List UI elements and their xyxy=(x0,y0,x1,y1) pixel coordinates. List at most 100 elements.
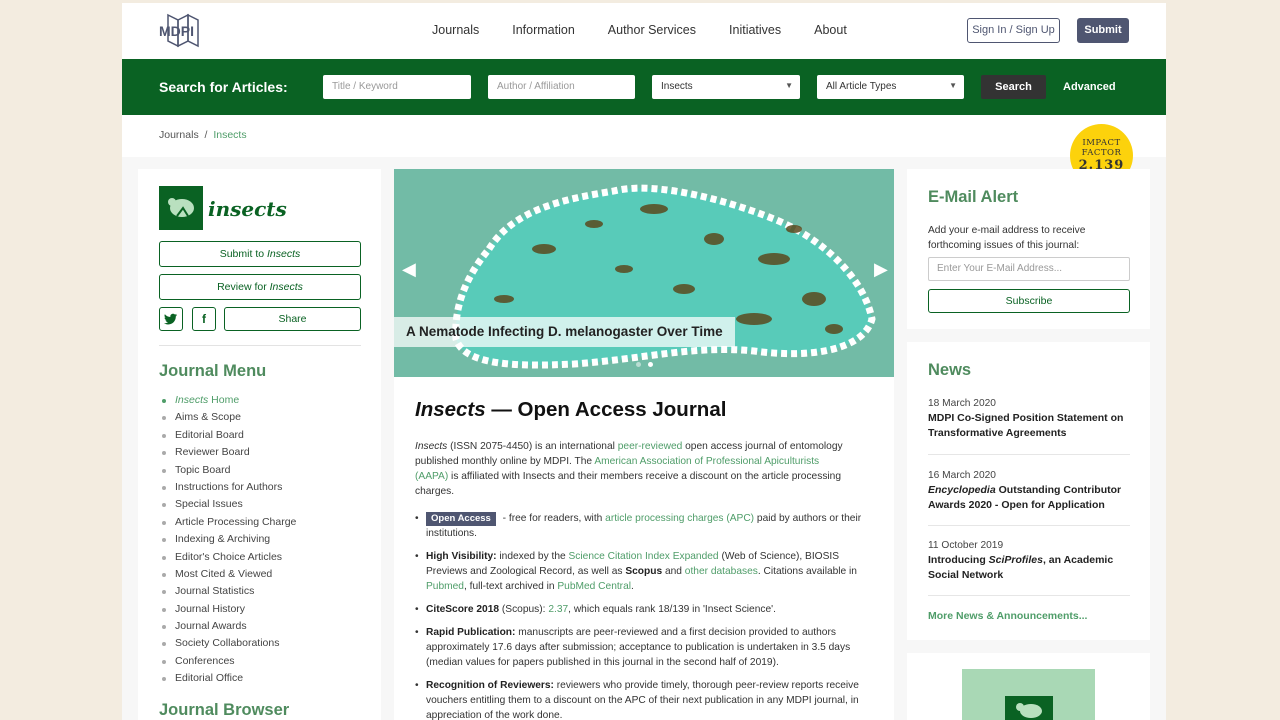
mdpi-logo[interactable]: MDPI xyxy=(158,13,214,49)
news-headline[interactable]: MDPI Co-Signed Position Statement on Tra… xyxy=(928,411,1130,441)
menu-item-insects-home[interactable]: Insects Home xyxy=(159,394,296,411)
journal-select-value: Insects xyxy=(661,81,693,92)
journal-name[interactable]: insects xyxy=(208,197,287,221)
open-access-badge[interactable]: Open Access xyxy=(426,512,496,526)
news-headline[interactable]: Encyclopedia Outstanding Contributor Awa… xyxy=(928,483,1130,513)
divider xyxy=(928,525,1130,526)
insects-journal-icon[interactable] xyxy=(159,186,203,230)
carousel-dots xyxy=(636,358,660,370)
email-alert-card: E-Mail Alert Add your e-mail address to … xyxy=(907,169,1150,329)
bullet-citescore: CiteScore 2018 (Scopus): 2.37, which equ… xyxy=(415,602,865,617)
menu-item-most-cited[interactable]: Most Cited & Viewed xyxy=(159,568,296,585)
citescore-link[interactable]: 2.37 xyxy=(548,604,568,615)
left-sidebar: insects Submit to Insects Review for Ins… xyxy=(138,169,381,720)
menu-item-awards[interactable]: Journal Awards xyxy=(159,620,296,637)
menu-item-reviewer-board[interactable]: Reviewer Board xyxy=(159,446,296,463)
scopus-link[interactable]: Scopus xyxy=(625,566,662,577)
news-title: News xyxy=(928,361,972,379)
journal-menu: Insects Home Aims & Scope Editorial Boar… xyxy=(159,394,296,690)
news-item[interactable]: 18 March 2020 MDPI Co-Signed Position St… xyxy=(928,396,1130,441)
news-date: 16 March 2020 xyxy=(928,470,996,481)
impact-label: IMPACT FACTOR xyxy=(1081,138,1122,158)
subscribe-button[interactable]: Subscribe xyxy=(928,289,1130,313)
other-databases-link[interactable]: other databases xyxy=(685,566,758,577)
pubmed-central-link[interactable]: PubMed Central xyxy=(557,581,631,592)
news-date: 18 March 2020 xyxy=(928,398,996,409)
nav-about[interactable]: About xyxy=(814,23,847,37)
nav-journals[interactable]: Journals xyxy=(432,23,479,37)
news-item[interactable]: 11 October 2019 Introducing SciProfiles,… xyxy=(928,538,1130,583)
menu-item-statistics[interactable]: Journal Statistics xyxy=(159,585,296,602)
carousel-next-icon[interactable]: ▶ xyxy=(874,259,888,280)
page: MDPI Journals Information Author Service… xyxy=(122,3,1166,720)
title-keyword-input[interactable]: Title / Keyword xyxy=(323,75,471,99)
cover-carousel[interactable]: ◀ ▶ A Nematode Infecting D. melanogaster… xyxy=(394,169,894,377)
journal-cover-card xyxy=(907,653,1150,720)
breadcrumb-insects[interactable]: Insects xyxy=(213,129,246,141)
menu-item-topic-board[interactable]: Topic Board xyxy=(159,464,296,481)
sign-in-button[interactable]: Sign In / Sign Up xyxy=(967,18,1060,43)
journal-menu-title: Journal Menu xyxy=(159,362,267,380)
svg-text:MDPI: MDPI xyxy=(159,23,194,39)
site-header: MDPI Journals Information Author Service… xyxy=(122,3,1166,59)
apc-link[interactable]: article processing charges (APC) xyxy=(605,513,754,524)
main-content: ◀ ▶ A Nematode Infecting D. melanogaster… xyxy=(394,169,894,720)
author-affiliation-input[interactable]: Author / Affiliation xyxy=(488,75,635,99)
breadcrumb-journals[interactable]: Journals xyxy=(159,129,199,141)
nav-initiatives[interactable]: Initiatives xyxy=(729,23,781,37)
share-button[interactable]: Share xyxy=(224,307,361,331)
menu-item-editorial-board[interactable]: Editorial Board xyxy=(159,429,296,446)
search-button[interactable]: Search xyxy=(981,75,1046,99)
page-title: Insects — Open Access Journal xyxy=(415,398,727,421)
menu-item-editors-choice[interactable]: Editor's Choice Articles xyxy=(159,551,296,568)
carousel-prev-icon[interactable]: ◀ xyxy=(402,259,416,280)
search-label: Search for Articles: xyxy=(159,79,288,95)
news-headline[interactable]: Introducing SciProfiles, an Academic Soc… xyxy=(928,553,1130,583)
carousel-dot-2[interactable] xyxy=(648,362,653,367)
facebook-icon[interactable]: f xyxy=(192,307,216,331)
submit-button[interactable]: Submit xyxy=(1077,18,1129,43)
peer-reviewed-link[interactable]: peer-reviewed xyxy=(618,441,683,452)
journal-browser-title: Journal Browser xyxy=(159,701,290,719)
submit-to-insects-button[interactable]: Submit to Insects xyxy=(159,241,361,267)
journal-intro: Insects (ISSN 2075-4450) is an internati… xyxy=(415,441,843,497)
menu-item-indexing[interactable]: Indexing & Archiving xyxy=(159,533,296,550)
pubmed-link[interactable]: Pubmed xyxy=(426,581,464,592)
article-type-value: All Article Types xyxy=(826,81,897,92)
review-for-insects-button[interactable]: Review for Insects xyxy=(159,274,361,300)
email-input[interactable]: Enter Your E-Mail Address... xyxy=(928,257,1130,281)
scie-link[interactable]: Science Citation Index Expanded xyxy=(569,551,719,562)
email-alert-title: E-Mail Alert xyxy=(928,188,1019,206)
menu-item-society[interactable]: Society Collaborations xyxy=(159,637,296,654)
menu-item-special-issues[interactable]: Special Issues xyxy=(159,498,296,515)
twitter-icon[interactable] xyxy=(159,307,183,331)
nav-author-services[interactable]: Author Services xyxy=(608,23,696,37)
nav-information[interactable]: Information xyxy=(512,23,575,37)
carousel-caption[interactable]: A Nematode Infecting D. melanogaster Ove… xyxy=(394,317,735,347)
article-type-select[interactable]: All Article Types ▼ xyxy=(817,75,964,99)
bullet-open-access: Open Access - free for readers, with art… xyxy=(415,511,865,541)
bullet-rapid-publication: Rapid Publication: manuscripts are peer-… xyxy=(415,625,865,670)
chevron-down-icon: ▼ xyxy=(949,81,957,90)
main-nav: Journals Information Author Services Ini… xyxy=(432,23,880,37)
chevron-down-icon: ▼ xyxy=(785,81,793,90)
news-item[interactable]: 16 March 2020 Encyclopedia Outstanding C… xyxy=(928,468,1130,513)
more-news-link[interactable]: More News & Announcements... xyxy=(928,610,1087,622)
divider xyxy=(928,595,1130,596)
carousel-dot-1[interactable] xyxy=(636,362,641,367)
email-alert-text: Add your e-mail address to receive forth… xyxy=(928,225,1086,251)
menu-item-conferences[interactable]: Conferences xyxy=(159,655,296,672)
advanced-search-link[interactable]: Advanced xyxy=(1063,81,1116,93)
bullet-reviewer-recognition: Recognition of Reviewers: reviewers who … xyxy=(415,678,865,720)
journal-select[interactable]: Insects ▼ xyxy=(652,75,800,99)
search-bar: Search for Articles: Title / Keyword Aut… xyxy=(122,59,1166,115)
menu-item-instructions[interactable]: Instructions for Authors xyxy=(159,481,296,498)
insects-journal-icon xyxy=(1005,696,1053,720)
menu-item-editorial-office[interactable]: Editorial Office xyxy=(159,672,296,689)
news-date: 11 October 2019 xyxy=(928,540,1004,551)
menu-item-apc[interactable]: Article Processing Charge xyxy=(159,516,296,533)
divider xyxy=(928,454,1130,455)
menu-item-aims-scope[interactable]: Aims & Scope xyxy=(159,411,296,428)
menu-item-history[interactable]: Journal History xyxy=(159,603,296,620)
journal-cover-thumbnail[interactable] xyxy=(962,669,1095,720)
